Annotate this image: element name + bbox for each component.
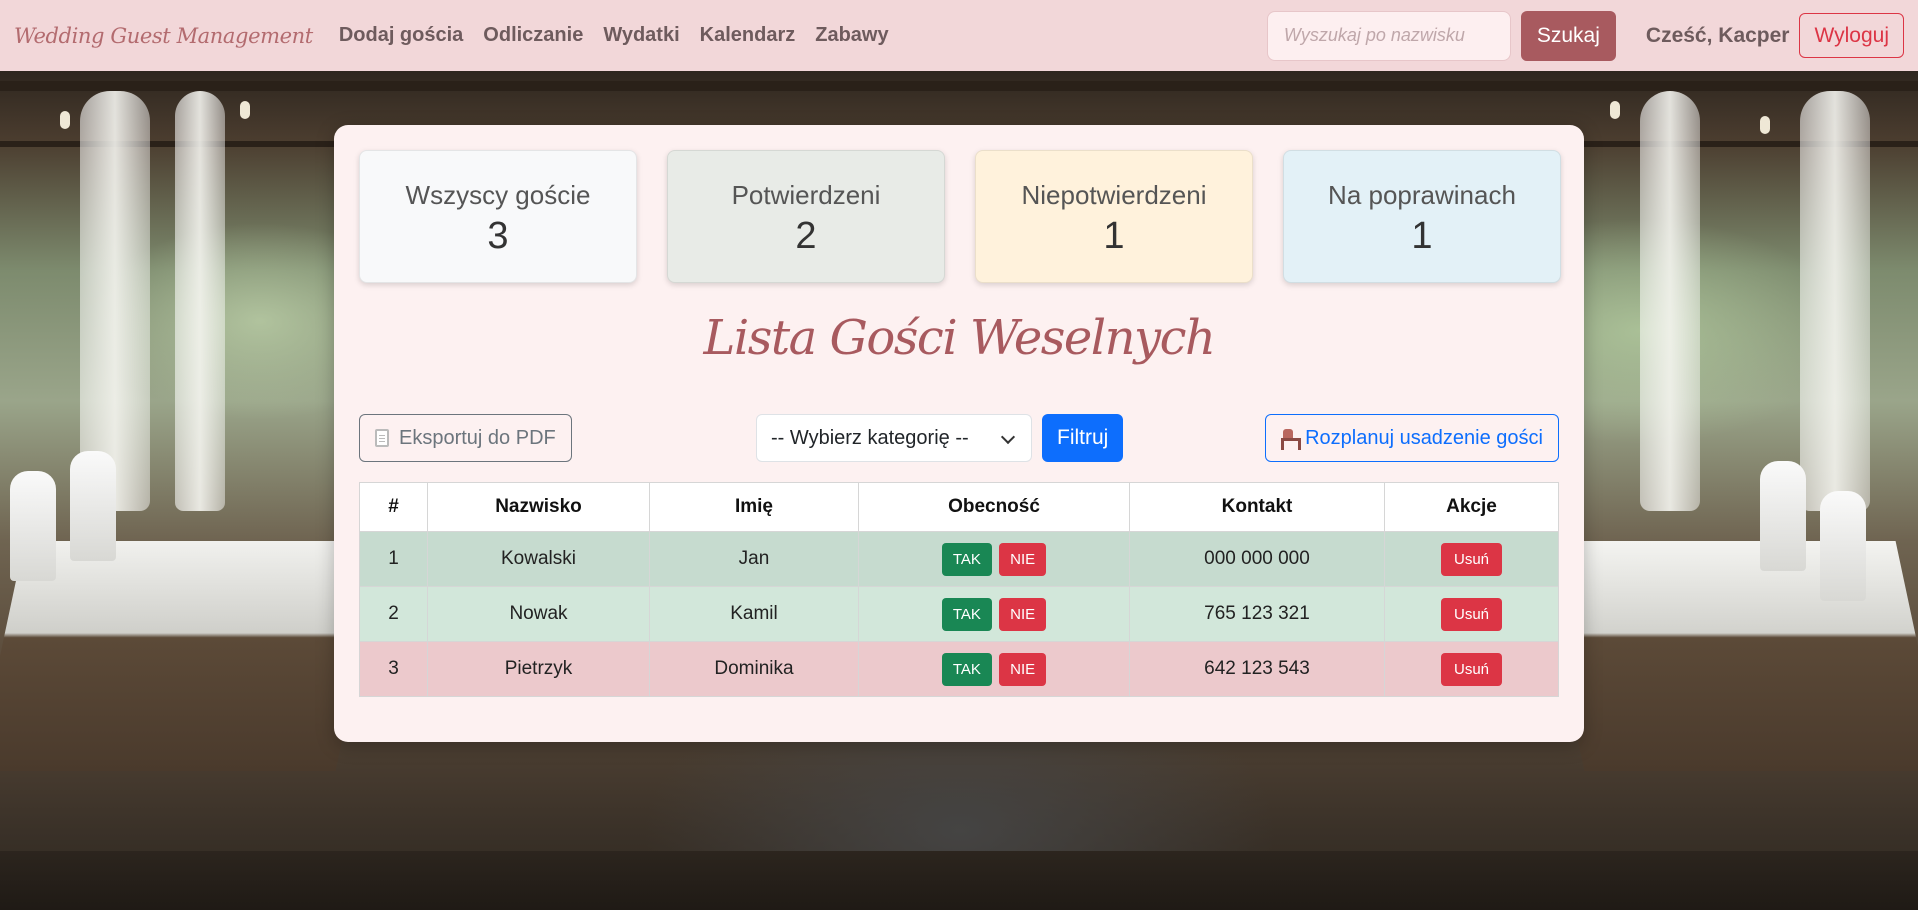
stat-value: 3: [487, 214, 509, 257]
cell-name: Dominika: [649, 641, 859, 697]
stat-confirmed: Potwierdzeni 2: [667, 150, 945, 283]
attendance-no-button[interactable]: NIE: [999, 542, 1047, 576]
toolbar: Eksportuj do PDF -- Wybierz kategorię --…: [359, 414, 1559, 462]
cell-attendance: TAK NIE: [858, 531, 1130, 587]
export-pdf-label: Eksportuj do PDF: [399, 426, 556, 449]
stat-label: Wszyscy goście: [405, 179, 591, 210]
cell-surname: Nowak: [427, 586, 650, 642]
nav-right: Szukaj Cześć, Kacper Wyloguj: [1266, 10, 1904, 61]
chevron-down-icon: [1000, 429, 1016, 445]
attendance-no-button[interactable]: NIE: [999, 652, 1047, 686]
cell-number: 3: [359, 641, 428, 697]
stat-unconfirmed: Niepotwierdzeni 1: [975, 150, 1253, 283]
stat-label: Niepotwierdzeni: [1021, 179, 1207, 210]
stat-all-guests: Wszyscy goście 3: [359, 150, 637, 283]
cell-number: 2: [359, 586, 428, 642]
seating-plan-label: Rozplanuj usadzenie gości: [1305, 426, 1543, 449]
brand-logo[interactable]: Wedding Guest Management: [14, 24, 313, 48]
cell-contact: 765 123 321: [1129, 586, 1385, 642]
filter-button[interactable]: Filtruj: [1042, 414, 1124, 462]
attendance-yes-button[interactable]: TAK: [941, 652, 992, 686]
category-select[interactable]: -- Wybierz kategorię --: [756, 414, 1032, 462]
category-select-value: -- Wybierz kategorię --: [771, 426, 969, 449]
stat-value: 1: [1103, 214, 1125, 257]
header-surname: Nazwisko: [427, 482, 650, 532]
delete-guest-button[interactable]: Usuń: [1440, 597, 1503, 631]
nav-link-add-guest[interactable]: Dodaj gościa: [329, 16, 473, 55]
stat-label: Potwierdzeni: [731, 179, 881, 210]
stat-label: Na poprawinach: [1328, 179, 1516, 210]
nav-link-calendar[interactable]: Kalendarz: [690, 16, 806, 55]
table-header-row: # Nazwisko Imię Obecność Kontakt Akcje: [359, 482, 1559, 532]
cell-name: Kamil: [649, 586, 859, 642]
stat-value: 1: [1411, 214, 1433, 257]
search-button[interactable]: Szukaj: [1520, 10, 1616, 61]
attendance-no-button[interactable]: NIE: [999, 597, 1047, 631]
cell-surname: Kowalski: [427, 531, 650, 587]
export-pdf-button[interactable]: Eksportuj do PDF: [359, 414, 572, 462]
cell-actions: Usuń: [1384, 641, 1559, 697]
attendance-yes-button[interactable]: TAK: [941, 542, 992, 576]
stat-value: 2: [795, 214, 817, 257]
cell-name: Jan: [649, 531, 859, 587]
guest-table: # Nazwisko Imię Obecność Kontakt Akcje 1…: [359, 482, 1559, 697]
page-title: Lista Gości Weselnych: [703, 310, 1216, 366]
delete-guest-button[interactable]: Usuń: [1440, 652, 1503, 686]
cell-surname: Pietrzyk: [427, 641, 650, 697]
delete-guest-button[interactable]: Usuń: [1440, 542, 1503, 576]
header-number: #: [359, 482, 428, 532]
nav-link-games[interactable]: Zabawy: [805, 16, 898, 55]
cell-actions: Usuń: [1384, 586, 1559, 642]
top-navbar: Wedding Guest Management Dodaj gościa Od…: [0, 0, 1918, 71]
header-name: Imię: [649, 482, 859, 532]
header-attendance: Obecność: [858, 482, 1130, 532]
logout-button[interactable]: Wyloguj: [1799, 13, 1904, 58]
cell-number: 1: [359, 531, 428, 587]
header-contact: Kontakt: [1129, 482, 1385, 532]
cell-attendance: TAK NIE: [858, 641, 1130, 697]
cell-contact: 642 123 543: [1129, 641, 1385, 697]
cell-contact: 000 000 000: [1129, 531, 1385, 587]
user-greeting: Cześć, Kacper: [1645, 23, 1790, 47]
seating-plan-button[interactable]: Rozplanuj usadzenie gości: [1265, 414, 1559, 462]
cell-attendance: TAK NIE: [858, 586, 1130, 642]
stats-row: Wszyscy goście 3 Potwierdzeni 2 Niepotwi…: [359, 150, 1561, 283]
nav-links: Dodaj gościa Odliczanie Wydatki Kalendar…: [329, 16, 899, 55]
attendance-yes-button[interactable]: TAK: [941, 597, 992, 631]
table-row: 3 Pietrzyk Dominika TAK NIE 642 123 543 …: [359, 641, 1559, 697]
header-actions: Akcje: [1384, 482, 1559, 532]
guest-list-card: Wszyscy goście 3 Potwierdzeni 2 Niepotwi…: [334, 125, 1584, 742]
table-row: 1 Kowalski Jan TAK NIE 000 000 000 Usuń: [359, 531, 1559, 587]
search-input[interactable]: [1266, 10, 1511, 61]
document-icon: [375, 429, 389, 447]
stat-after-party: Na poprawinach 1: [1283, 150, 1561, 283]
nav-link-expenses[interactable]: Wydatki: [593, 16, 689, 55]
chair-icon: [1281, 429, 1302, 450]
nav-link-countdown[interactable]: Odliczanie: [473, 16, 593, 55]
cell-actions: Usuń: [1384, 531, 1559, 587]
table-row: 2 Nowak Kamil TAK NIE 765 123 321 Usuń: [359, 586, 1559, 642]
